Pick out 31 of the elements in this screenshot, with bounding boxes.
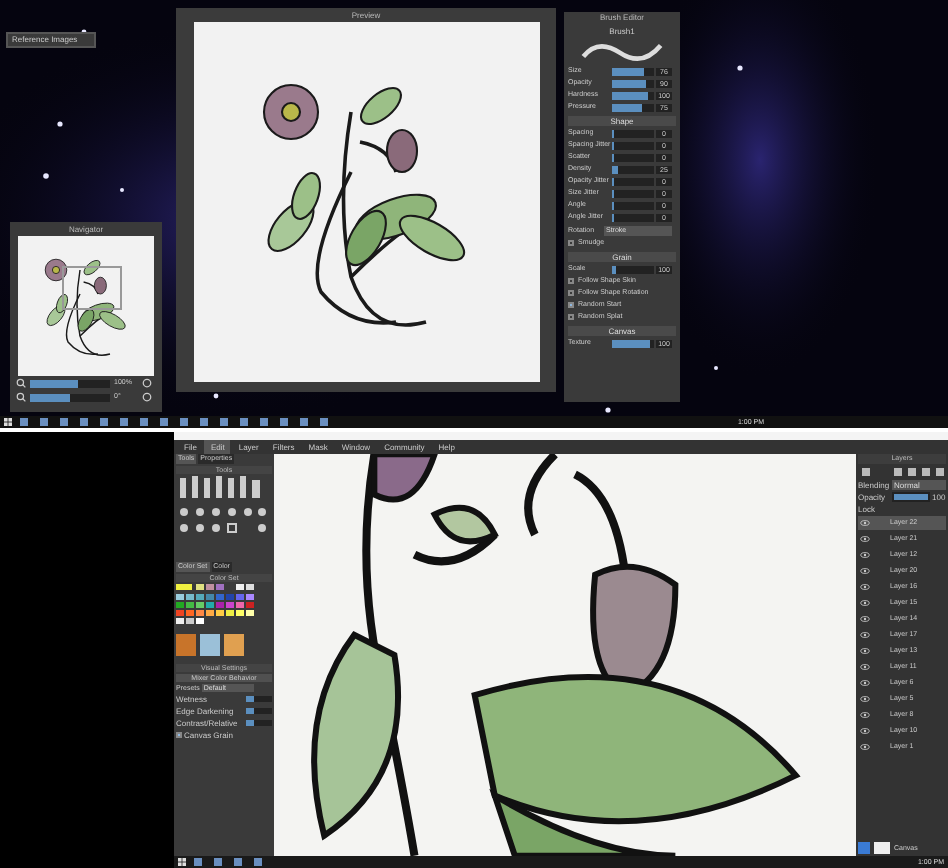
zoom-slider[interactable] (30, 379, 110, 387)
eye-icon[interactable] (860, 648, 870, 654)
eye-icon[interactable] (860, 680, 870, 686)
eye-icon[interactable] (860, 600, 870, 606)
eye-icon[interactable] (860, 728, 870, 734)
magnifier-icon[interactable] (16, 378, 26, 388)
eye-icon[interactable] (860, 568, 870, 574)
checkbox[interactable] (176, 732, 182, 738)
eye-icon[interactable] (860, 696, 870, 702)
checkbox[interactable] (568, 302, 574, 308)
eye-icon[interactable] (860, 744, 870, 750)
eye-icon[interactable] (860, 664, 870, 670)
layer-toolbar-icons[interactable] (858, 466, 946, 478)
eye-icon[interactable] (860, 632, 870, 638)
brush-stroke-preview-icon (576, 38, 668, 64)
eye-icon[interactable] (860, 616, 870, 622)
start-icon[interactable] (4, 418, 12, 426)
eye-icon[interactable] (860, 520, 870, 526)
checkbox[interactable] (568, 290, 574, 296)
view-rectangle[interactable] (62, 266, 122, 310)
canvas-thumbnail (874, 842, 890, 854)
checkbox[interactable] (568, 278, 574, 284)
start-icon[interactable] (178, 858, 186, 866)
magnifier-icon[interactable] (16, 392, 26, 402)
eye-icon[interactable] (860, 584, 870, 590)
checkbox[interactable] (568, 314, 574, 320)
rotation-slider[interactable] (30, 393, 110, 401)
eye-icon[interactable] (860, 536, 870, 542)
eye-icon[interactable] (860, 552, 870, 558)
checkbox[interactable] (568, 240, 574, 246)
eye-icon[interactable] (860, 712, 870, 718)
